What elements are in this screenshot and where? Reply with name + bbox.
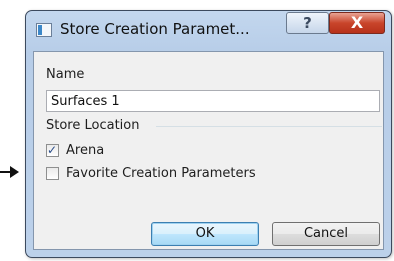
- store-location-label: Store Location: [46, 118, 140, 133]
- help-button[interactable]: ?: [286, 12, 329, 34]
- check-icon: ✓: [47, 143, 58, 157]
- favorite-parameters-label[interactable]: Favorite Creation Parameters: [66, 166, 256, 181]
- store-location-divider: [156, 126, 382, 127]
- arena-checkbox[interactable]: ✓: [46, 143, 59, 157]
- ok-button[interactable]: OK: [151, 222, 259, 246]
- callout-arrow-head: [10, 166, 19, 178]
- close-icon: X: [350, 13, 364, 32]
- window-app-icon: [36, 23, 52, 37]
- help-icon: ?: [303, 14, 312, 32]
- dialog-body: Name Store Location ✓ Arena Favorite Cre…: [33, 51, 384, 250]
- favorite-parameters-checkbox[interactable]: [46, 167, 59, 180]
- store-creation-dialog: Store Creation Paramet... ? X Name Store…: [25, 10, 392, 258]
- title-bar[interactable]: Store Creation Paramet... ? X: [26, 11, 391, 51]
- cancel-button[interactable]: Cancel: [272, 222, 380, 246]
- name-input[interactable]: [46, 90, 380, 112]
- arena-label[interactable]: Arena: [66, 143, 104, 158]
- name-label: Name: [46, 67, 85, 82]
- close-button[interactable]: X: [329, 12, 385, 34]
- window-title: Store Creation Paramet...: [60, 20, 250, 38]
